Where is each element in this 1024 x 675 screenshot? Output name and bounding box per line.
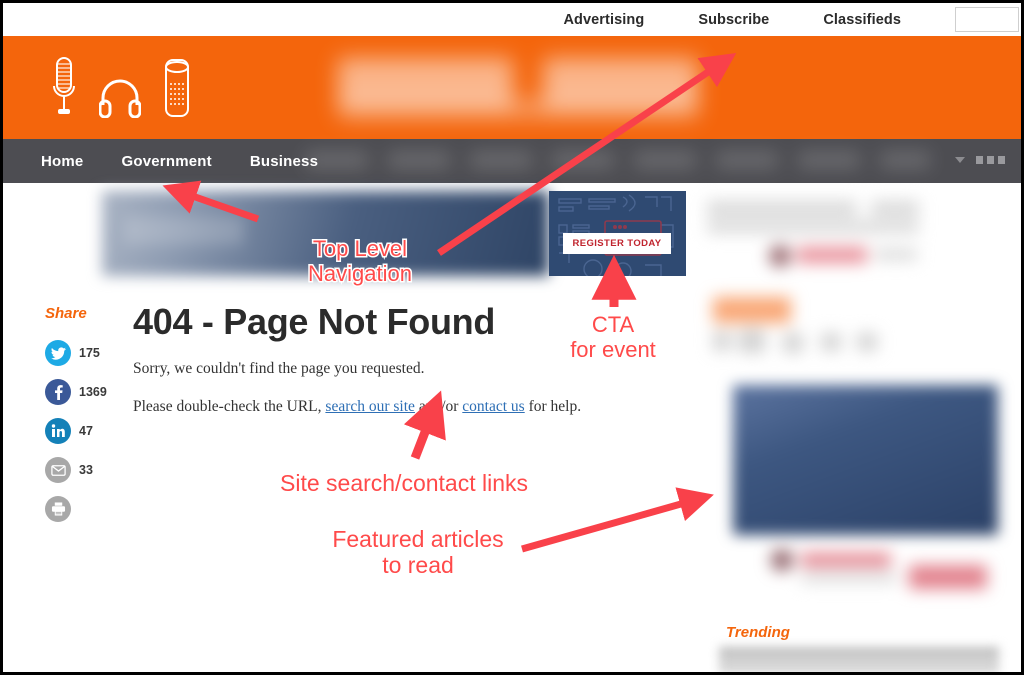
error-message-line2: Please double-check the URL, search our … [133, 396, 653, 418]
arrow-to-search-links [403, 390, 446, 460]
sidebar-trending-item[interactable] [719, 647, 999, 672]
annotation-top-level-navigation: Top Level Navigation [307, 235, 414, 287]
error-text-pre: Please double-check the URL, [133, 398, 326, 416]
nav-item-government[interactable]: Government [121, 153, 211, 170]
chevron-down-icon[interactable] [955, 157, 965, 163]
error-text-post: for help. [524, 398, 582, 416]
annotation-top-nav-line2: Navigation [307, 259, 414, 287]
smart-speaker-icon [163, 58, 191, 118]
event-cta-card[interactable]: REGISTER TODAY [549, 191, 686, 276]
masthead-banner [3, 36, 1021, 139]
linkedin-icon [45, 418, 71, 444]
facebook-icon [45, 379, 71, 405]
share-count-email: 33 [79, 463, 93, 477]
annotation-featured-articles: Featured articles to read [323, 526, 513, 579]
twitter-icon [45, 340, 71, 366]
annotation-cta-line1: CTA [591, 312, 635, 337]
share-count-twitter: 175 [79, 346, 100, 360]
contact-us-link[interactable]: contact us [462, 398, 524, 415]
annotation-top-nav-line1: Top Level [311, 235, 408, 263]
microphone-icon [51, 56, 77, 118]
masthead-blurred-content [298, 36, 938, 139]
sidebar-featured-image[interactable] [733, 385, 998, 535]
email-icon [45, 457, 71, 483]
trending-heading: Trending [726, 624, 790, 641]
annotation-cta-for-event: CTA for event [558, 312, 668, 362]
utility-nav-bar: Advertising Subscribe Classifieds [3, 3, 1021, 36]
register-today-button[interactable]: REGISTER TODAY [563, 233, 671, 254]
share-button-linkedin[interactable]: 47 [45, 418, 117, 444]
annotation-featured-line2: to read [382, 551, 454, 578]
utility-link-subscribe[interactable]: Subscribe [698, 12, 769, 28]
sidebar-article-1[interactable] [703, 195, 951, 281]
utility-link-classifieds[interactable]: Classifieds [823, 12, 901, 28]
site-logo[interactable] [51, 56, 191, 118]
annotation-featured-line1: Featured articles [332, 526, 504, 552]
share-heading: Share [45, 305, 87, 322]
sidebar-article-3[interactable] [733, 543, 998, 601]
annotation-search-line1: Site search/contact links [280, 470, 529, 496]
annotation-site-search-contact: Site search/contact links [280, 470, 529, 497]
screenshot-frame: Advertising Subscribe Classifieds Home G… [0, 0, 1024, 675]
more-menu-icon[interactable] [976, 156, 1005, 164]
print-icon [45, 496, 71, 522]
search-our-site-link[interactable]: search our site [325, 398, 415, 415]
nav-item-home[interactable]: Home [41, 153, 83, 170]
annotation-cta-line2: for event [570, 336, 656, 362]
search-input[interactable] [955, 7, 1019, 32]
arrow-to-featured-articles [521, 487, 714, 553]
share-count-linkedin: 47 [79, 424, 93, 438]
share-button-twitter[interactable]: 175 [45, 340, 117, 366]
headphones-icon [99, 78, 141, 118]
share-button-facebook[interactable]: 1369 [45, 379, 117, 405]
share-rail: Share 175 1369 47 33 [45, 305, 117, 535]
main-navigation-bar: Home Government Business [3, 139, 1021, 183]
error-text-mid: and/or [414, 398, 463, 416]
share-count-facebook: 1369 [79, 385, 107, 399]
utility-link-advertising[interactable]: Advertising [563, 12, 644, 28]
nav-blurred-items [298, 139, 938, 183]
webpage: Advertising Subscribe Classifieds Home G… [3, 3, 1021, 672]
share-button-print[interactable] [45, 496, 117, 522]
share-button-email[interactable]: 33 [45, 457, 117, 483]
sidebar-article-2[interactable] [703, 291, 951, 371]
